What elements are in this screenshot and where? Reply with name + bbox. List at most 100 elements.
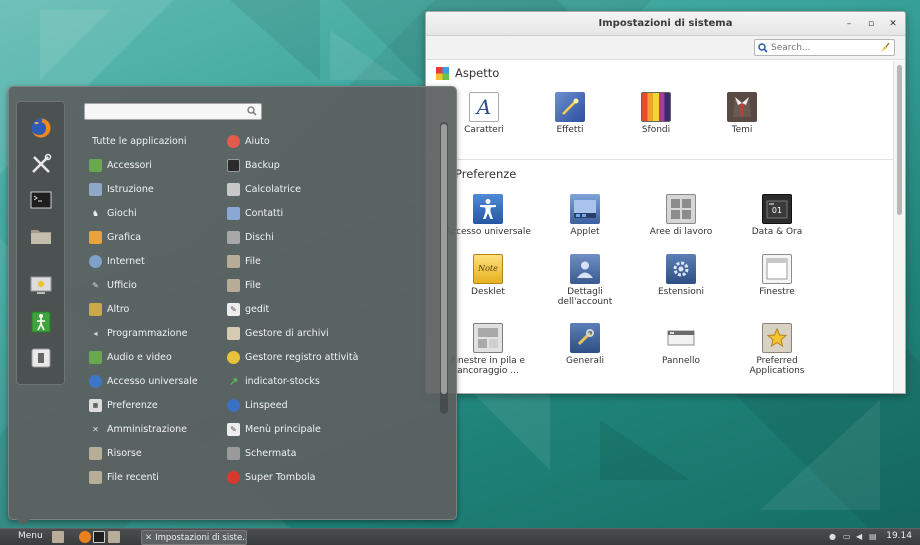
maximize-button[interactable]: ▫ xyxy=(864,17,878,31)
user-icon[interactable]: ● xyxy=(829,532,838,542)
window-button-label: Impostazioni di siste... xyxy=(155,532,247,543)
app-item[interactable]: Contatti xyxy=(227,201,358,225)
app-item[interactable]: Backup xyxy=(227,153,358,177)
app-item[interactable]: Calcolatrice xyxy=(227,177,358,201)
panel-icon xyxy=(666,323,696,353)
category-item[interactable]: Internet xyxy=(89,249,198,273)
minimize-button[interactable]: – xyxy=(842,17,856,31)
setting-data-ora[interactable]: 01 Data & Ora xyxy=(732,194,822,237)
screenshot-icon xyxy=(227,446,240,460)
app-item[interactable]: File xyxy=(227,249,358,273)
setting-temi[interactable]: Temi xyxy=(697,92,787,135)
setting-dettagli-account[interactable]: Dettagli dell'account xyxy=(540,254,630,307)
settings-scrollbar[interactable] xyxy=(893,61,905,393)
category-item[interactable]: Tutte le applicazioni xyxy=(89,129,198,153)
firefox-icon[interactable] xyxy=(79,531,91,543)
folder-icon[interactable] xyxy=(29,224,53,248)
clock[interactable]: 19.14 xyxy=(886,531,912,541)
category-item[interactable]: File recenti xyxy=(89,465,198,489)
taskbar-window-settings[interactable]: ✕ Impostazioni di siste... xyxy=(141,530,247,545)
app-item[interactable]: Aiuto xyxy=(227,129,358,153)
category-item[interactable]: ◂ Programmazione xyxy=(89,321,198,345)
app-item[interactable]: ↗ indicator-stocks xyxy=(227,369,358,393)
accessibility-icon xyxy=(473,194,503,224)
setting-pannello[interactable]: Pannello xyxy=(636,323,726,366)
app-item[interactable]: Super Tombola xyxy=(227,465,358,489)
menu-scrollbar[interactable] xyxy=(440,122,448,414)
category-item[interactable]: Risorse xyxy=(89,441,198,465)
category-item[interactable]: ♞ Giochi xyxy=(89,201,198,225)
applet-icon xyxy=(570,194,600,224)
setting-preferred-applications[interactable]: Preferred Applications xyxy=(732,323,822,376)
network-icon[interactable]: ▤ xyxy=(869,532,878,542)
backgrounds-icon xyxy=(641,92,671,122)
app-item[interactable]: File xyxy=(227,273,358,297)
folder-icon[interactable] xyxy=(108,531,120,543)
application-menu: Tutte le applicazioni Accessori Istruzio… xyxy=(8,86,457,520)
setting-label: Desklet xyxy=(471,287,505,297)
contacts-icon xyxy=(227,206,240,220)
system-settings-icon[interactable] xyxy=(29,152,53,176)
setting-sfondi[interactable]: Sfondi xyxy=(611,92,701,135)
menu-search-box[interactable] xyxy=(84,103,262,120)
category-item[interactable]: Accessori xyxy=(89,153,198,177)
setting-estensioni[interactable]: Estensioni xyxy=(636,254,726,297)
tiling-icon xyxy=(473,323,503,353)
setting-effetti[interactable]: Effetti xyxy=(525,92,615,135)
category-item[interactable]: Accesso universale xyxy=(89,369,198,393)
category-item[interactable]: ✕ Amministrazione xyxy=(89,417,198,441)
app-item[interactable]: ✎ gedit xyxy=(227,297,358,321)
application-list: Aiuto Backup Calcolatrice Contatti Disch… xyxy=(227,129,358,489)
activity-log-icon xyxy=(227,350,240,364)
app-label: Menù principale xyxy=(245,423,321,435)
star-icon xyxy=(762,323,792,353)
settings-search-box[interactable] xyxy=(754,39,895,56)
setting-applet[interactable]: Applet xyxy=(540,194,630,237)
firefox-icon[interactable] xyxy=(29,116,53,140)
category-item[interactable]: ▦ Preferenze xyxy=(89,393,198,417)
volume-icon[interactable]: ◀ xyxy=(856,532,865,542)
lock-screen-icon[interactable] xyxy=(29,274,53,298)
app-item[interactable]: Gestore registro attività xyxy=(227,345,358,369)
setting-generali[interactable]: Generali xyxy=(540,323,630,366)
settings-search-input[interactable] xyxy=(771,42,871,53)
logout-icon[interactable] xyxy=(29,310,53,334)
scrollbar-thumb[interactable] xyxy=(441,124,447,394)
category-label: Audio e video xyxy=(107,351,172,363)
app-item[interactable]: Linspeed xyxy=(227,393,358,417)
terminal-icon[interactable] xyxy=(93,531,105,543)
app-label: gedit xyxy=(245,303,270,315)
app-label: File xyxy=(245,255,261,267)
removable-drive-icon[interactable]: ▭ xyxy=(843,532,852,542)
text-editor-icon: ✎ xyxy=(227,302,240,316)
app-item[interactable]: Schermata xyxy=(227,441,358,465)
education-icon xyxy=(89,182,102,196)
scrollbar-thumb[interactable] xyxy=(897,65,902,215)
category-item[interactable]: Grafica xyxy=(89,225,198,249)
app-label: Gestore registro attività xyxy=(245,351,359,363)
setting-aree-di-lavoro[interactable]: Aree di lavoro xyxy=(636,194,726,237)
close-button[interactable]: ✕ xyxy=(886,17,900,31)
category-item[interactable]: Audio e video xyxy=(89,345,198,369)
category-item[interactable]: ✎ Ufficio xyxy=(89,273,198,297)
themes-icon xyxy=(727,92,757,122)
category-item[interactable]: Altro xyxy=(89,297,198,321)
setting-finestre[interactable]: Finestre xyxy=(732,254,822,297)
settings-titlebar[interactable]: Impostazioni di sistema – ▫ ✕ xyxy=(426,12,905,36)
setting-label: Preferred Applications xyxy=(749,356,805,376)
menu-button[interactable]: Menu xyxy=(18,531,43,541)
shutdown-icon[interactable] xyxy=(29,346,53,370)
app-item[interactable]: ✎ Menù principale xyxy=(227,417,358,441)
category-label: Grafica xyxy=(107,231,142,243)
app-item[interactable]: Dischi xyxy=(227,225,358,249)
stocks-chart-icon: ↗ xyxy=(228,374,239,388)
app-item[interactable]: Gestore di archivi xyxy=(227,321,358,345)
category-item[interactable]: Istruzione xyxy=(89,177,198,201)
setting-label: Data & Ora xyxy=(751,227,803,237)
category-label: Altro xyxy=(107,303,130,315)
terminal-icon[interactable] xyxy=(29,188,53,212)
clear-broom-icon[interactable] xyxy=(879,42,890,53)
show-desktop-icon[interactable] xyxy=(52,531,64,543)
effects-icon xyxy=(555,92,585,122)
audio-video-icon xyxy=(89,350,102,364)
